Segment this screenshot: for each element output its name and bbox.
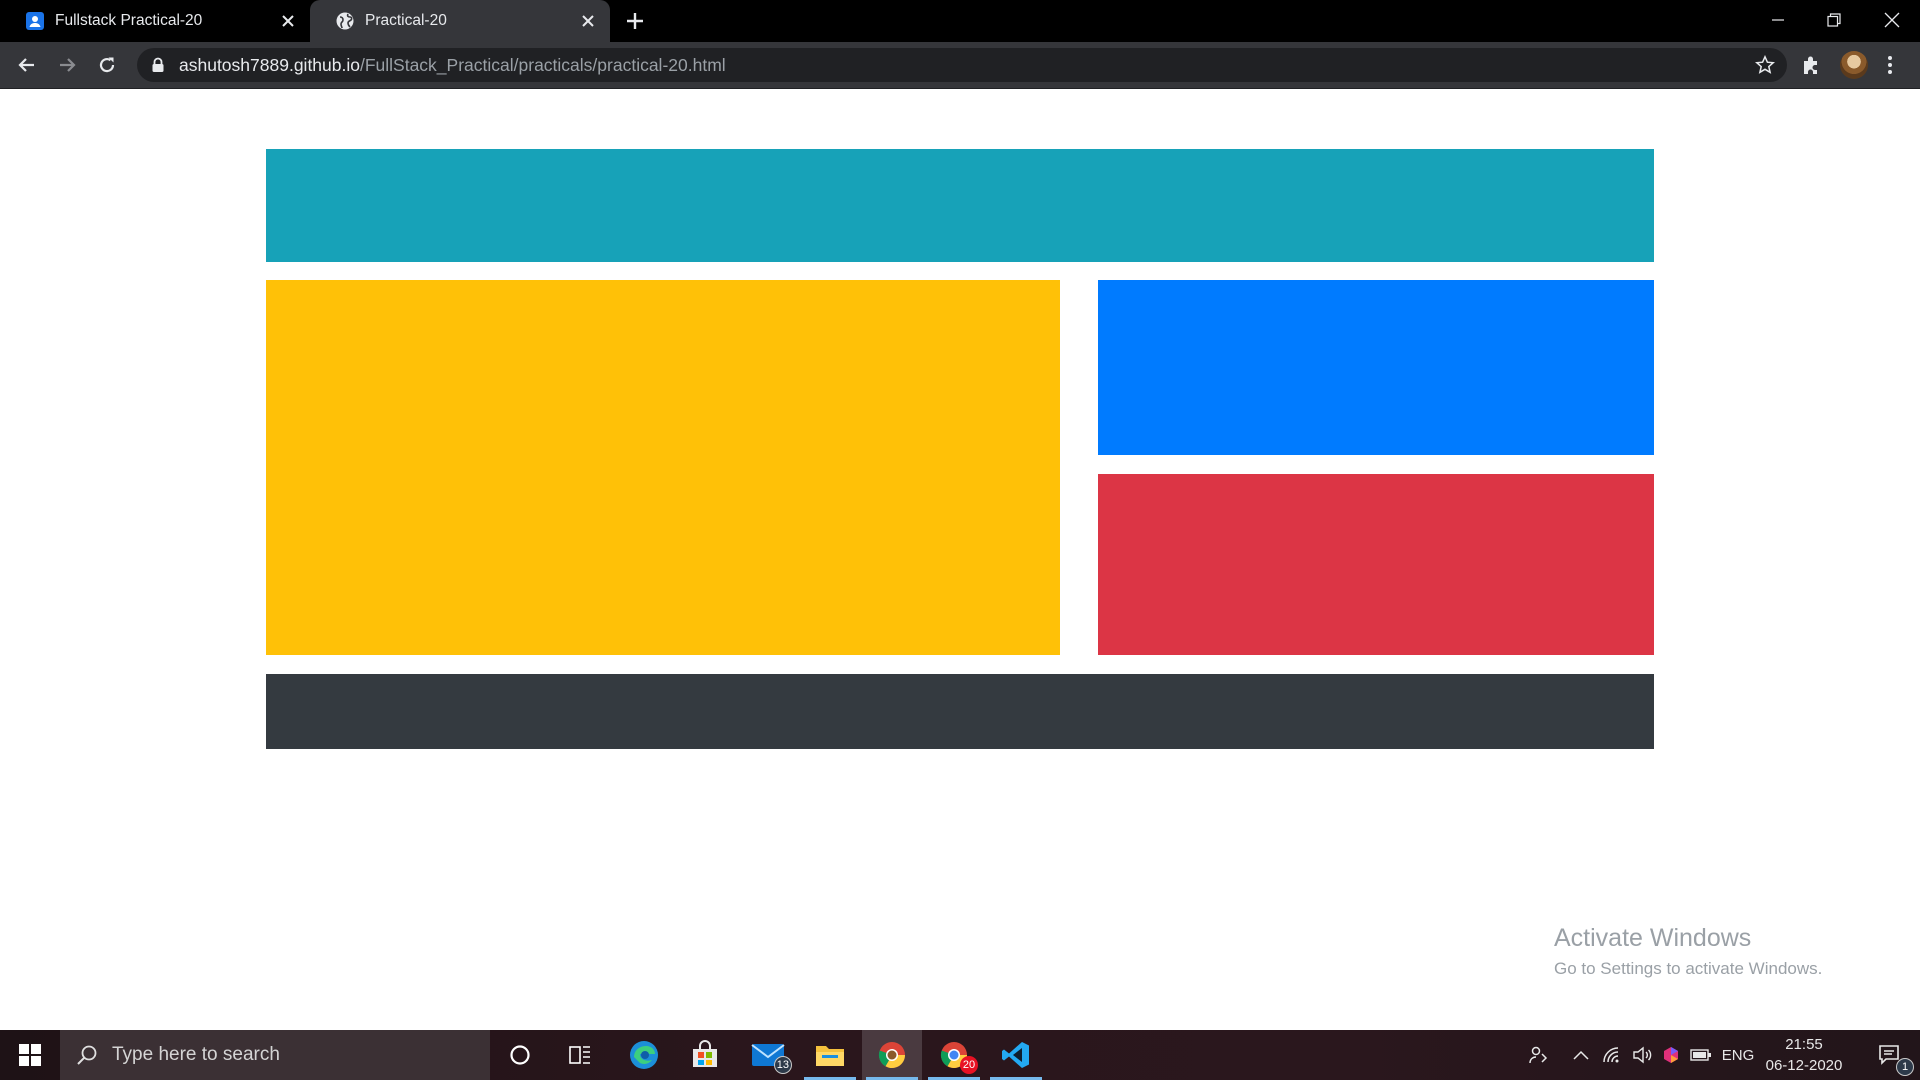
store-icon — [693, 1040, 717, 1067]
search-placeholder: Type here to search — [112, 1044, 280, 1065]
tray-app-button[interactable] — [1658, 1030, 1684, 1080]
tab-title: Fullstack Practical-20 — [55, 12, 203, 29]
chevron-up-icon — [1573, 1050, 1589, 1060]
bookmark-star-icon[interactable] — [1755, 55, 1775, 75]
url-host: ashutosh7889.github.io — [179, 54, 360, 75]
input-language-button[interactable]: ENG — [1718, 1030, 1758, 1080]
close-icon — [1884, 12, 1900, 28]
back-button[interactable] — [13, 51, 41, 79]
people-button[interactable] — [1520, 1030, 1556, 1080]
clock-time: 21:55 — [1785, 1036, 1823, 1053]
mail-button[interactable]: 13 — [738, 1030, 798, 1080]
minimize-icon — [1772, 19, 1784, 21]
chrome-badge: 20 — [960, 1056, 978, 1074]
new-tab-plus-icon[interactable] — [625, 11, 645, 31]
show-hidden-icons-button[interactable] — [1568, 1030, 1594, 1080]
arrow-left-icon — [18, 58, 34, 72]
globe-icon — [336, 12, 354, 30]
close-tab-icon[interactable] — [580, 13, 596, 29]
close-window-button[interactable] — [1864, 0, 1920, 40]
battery-button[interactable] — [1688, 1030, 1714, 1080]
browser-toolbar: ashutosh7889.github.io/FullStack_Practic… — [0, 42, 1920, 89]
header-block — [266, 149, 1654, 262]
main-content-block — [266, 280, 1060, 655]
activate-windows-watermark: Activate Windows Go to Settings to activ… — [1554, 924, 1822, 979]
speaker-icon — [1633, 1046, 1652, 1064]
restore-button[interactable] — [1806, 0, 1862, 40]
lock-icon[interactable] — [151, 57, 165, 73]
address-bar[interactable]: ashutosh7889.github.io/FullStack_Practic… — [137, 48, 1787, 82]
vscode-button[interactable] — [986, 1030, 1046, 1080]
kebab-menu-icon[interactable] — [1886, 54, 1894, 76]
windows-taskbar: Type here to search 13 20 ENG 21:55 06-1… — [0, 1030, 1920, 1080]
profile-avatar[interactable] — [1840, 51, 1868, 79]
tab-practical-20[interactable]: Practical-20 — [310, 0, 610, 42]
profile-favicon-icon — [26, 12, 44, 30]
watermark-title: Activate Windows — [1554, 924, 1752, 952]
taskbar-clock[interactable]: 21:55 06-12-2020 — [1760, 1034, 1848, 1076]
edge-button[interactable] — [614, 1030, 674, 1080]
chrome-button[interactable] — [862, 1030, 922, 1080]
minimize-button[interactable] — [1750, 0, 1806, 40]
store-button[interactable] — [675, 1030, 735, 1080]
action-center-button[interactable]: 1 — [1862, 1030, 1918, 1080]
restore-icon — [1827, 13, 1841, 27]
wifi-icon — [1603, 1047, 1619, 1063]
file-explorer-button[interactable] — [800, 1030, 860, 1080]
extensions-puzzle-icon[interactable] — [1800, 54, 1822, 76]
colorful-app-icon — [1664, 1047, 1678, 1063]
vscode-icon — [1002, 1042, 1029, 1068]
web-page-viewport: Activate Windows Go to Settings to activ… — [0, 89, 1920, 1030]
task-view-icon — [569, 1046, 590, 1064]
browser-tab-strip: Fullstack Practical-20 Practical-20 — [0, 0, 1920, 42]
file-explorer-icon — [816, 1046, 844, 1066]
windows-logo-icon — [19, 1044, 41, 1066]
watermark-subtitle: Go to Settings to activate Windows. — [1554, 959, 1823, 978]
people-icon — [1529, 1046, 1548, 1064]
edge-icon — [630, 1041, 658, 1069]
battery-icon — [1690, 1049, 1711, 1061]
tab-title: Practical-20 — [365, 12, 447, 29]
task-view-button[interactable] — [550, 1030, 610, 1080]
footer-block — [266, 674, 1654, 749]
taskbar-search-box[interactable]: Type here to search — [60, 1030, 490, 1080]
chrome-icon — [878, 1042, 906, 1069]
url-text: ashutosh7889.github.io/FullStack_Practic… — [179, 55, 726, 76]
clock-date: 06-12-2020 — [1765, 1057, 1843, 1074]
cortana-button[interactable] — [490, 1030, 550, 1080]
start-button[interactable] — [0, 1030, 60, 1080]
notification-count-badge: 1 — [1896, 1058, 1914, 1076]
volume-button[interactable] — [1628, 1030, 1656, 1080]
close-tab-icon[interactable] — [280, 13, 296, 29]
arrow-right-icon — [60, 58, 76, 72]
sidebar-bottom-block — [1098, 474, 1654, 655]
chrome-profile-button[interactable]: 20 — [924, 1030, 984, 1080]
mail-badge: 13 — [773, 1056, 792, 1074]
forward-button[interactable] — [53, 51, 81, 79]
tab-fullstack-practical[interactable]: Fullstack Practical-20 — [0, 0, 310, 42]
url-path: /FullStack_Practical/practicals/practica… — [359, 54, 726, 75]
reload-icon — [99, 57, 115, 73]
sidebar-top-block — [1098, 280, 1654, 455]
network-button[interactable] — [1598, 1030, 1626, 1080]
reload-button[interactable] — [93, 51, 121, 79]
cortana-icon — [510, 1045, 530, 1065]
search-icon — [77, 1045, 97, 1065]
